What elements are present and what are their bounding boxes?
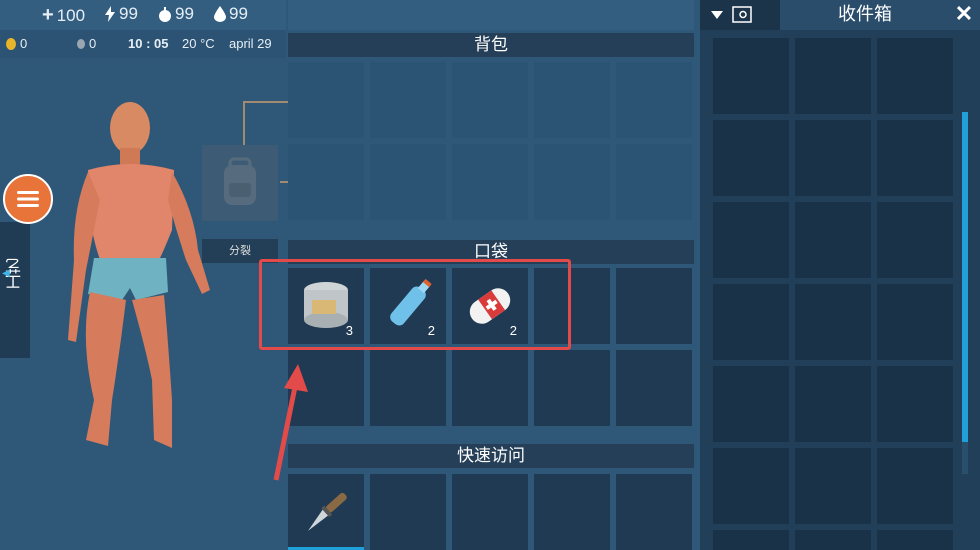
gems-stat: 0	[76, 36, 96, 51]
storage-slot-12[interactable]	[877, 284, 953, 360]
storage-slot-20[interactable]	[795, 530, 871, 550]
craft-tab[interactable]	[0, 222, 30, 358]
storage-slot-3[interactable]	[877, 38, 953, 114]
coin-icon	[6, 37, 16, 50]
coins-value: 0	[20, 36, 28, 51]
pocket-slot-10[interactable]	[616, 350, 692, 426]
backpack-slot-3[interactable]	[452, 62, 528, 138]
storage-slot-19[interactable]	[713, 530, 789, 550]
pocket-slot-9[interactable]	[534, 350, 610, 426]
quick-slot-3[interactable]	[452, 474, 528, 550]
chevron-down-icon	[711, 11, 723, 19]
quick-slot-1[interactable]	[288, 474, 364, 550]
quick-slot-2[interactable]	[370, 474, 446, 550]
backpack-slot-6[interactable]	[288, 144, 364, 220]
temperature: 20 °C	[182, 36, 215, 51]
storage-slot-6[interactable]	[877, 120, 953, 196]
knife-icon	[308, 492, 347, 531]
backpack-slot-1[interactable]	[288, 62, 364, 138]
pocket-slot-7[interactable]	[370, 350, 446, 426]
food-value: 99	[175, 4, 194, 23]
storage-slot-1[interactable]	[713, 38, 789, 114]
backpack-slot-4[interactable]	[534, 62, 610, 138]
backpack-slot[interactable]	[202, 145, 278, 221]
top-strip	[288, 0, 694, 30]
safe-icon	[732, 6, 752, 23]
health-stat: + 100	[42, 4, 85, 27]
storage-scrollbar-thumb[interactable]	[962, 112, 968, 442]
menu-button[interactable]	[3, 174, 53, 224]
quick-slot-5[interactable]	[616, 474, 692, 550]
stats-bar: + 100 99 99 99	[0, 0, 286, 30]
storage-slot-8[interactable]	[795, 202, 871, 278]
storage-slot-10[interactable]	[713, 284, 789, 360]
food-stat: 99	[158, 4, 194, 24]
storage-slot-13[interactable]	[713, 366, 789, 442]
backpack-slot-8[interactable]	[452, 144, 528, 220]
pocket-slot-5[interactable]	[616, 268, 692, 344]
hamburger-icon	[17, 191, 39, 207]
storage-slot-11[interactable]	[795, 284, 871, 360]
backpack-slot-5[interactable]	[616, 62, 692, 138]
pocket-slot-8[interactable]	[452, 350, 528, 426]
storage-title: 收件箱	[838, 4, 892, 24]
backpack-slot-7[interactable]	[370, 144, 446, 220]
storage-slot-15[interactable]	[877, 366, 953, 442]
storage-slot-18[interactable]	[877, 448, 953, 524]
water-drop-icon	[214, 6, 226, 22]
storage-dropdown[interactable]	[700, 0, 780, 30]
backpack-slot-9[interactable]	[534, 144, 610, 220]
health-value: 100	[56, 5, 86, 25]
storage-slot-5[interactable]	[795, 120, 871, 196]
energy-value: 99	[119, 4, 138, 23]
storage-slot-16[interactable]	[713, 448, 789, 524]
water-stat: 99	[214, 4, 248, 24]
backpack-icon	[224, 157, 256, 205]
apple-icon	[159, 7, 171, 22]
storage-slot-2[interactable]	[795, 38, 871, 114]
health-icon: +	[42, 4, 54, 26]
highlight-box	[259, 259, 571, 350]
gems-value: 0	[89, 36, 97, 51]
quick-access-title: 快速访问	[288, 444, 694, 468]
gem-icon	[77, 38, 85, 49]
storage-slot-7[interactable]	[713, 202, 789, 278]
backpack-slot-2[interactable]	[370, 62, 446, 138]
energy-stat: 99	[104, 4, 138, 24]
storage-slot-14[interactable]	[795, 366, 871, 442]
storage-slot-4[interactable]	[713, 120, 789, 196]
energy-icon	[105, 6, 115, 22]
quick-slot-4[interactable]	[534, 474, 610, 550]
backpack-title: 背包	[288, 33, 694, 57]
backpack-slot-10[interactable]	[616, 144, 692, 220]
game-time: 10 : 05	[128, 36, 169, 51]
storage-slot-21[interactable]	[877, 530, 953, 550]
craft-arrow-icon: ◀	[2, 268, 10, 279]
storage-slot-17[interactable]	[795, 448, 871, 524]
water-value: 99	[229, 4, 248, 23]
coins-stat: 0	[5, 36, 27, 51]
storage-slot-9[interactable]	[877, 202, 953, 278]
game-date: april 29	[229, 36, 272, 51]
close-button[interactable]: ✕	[950, 0, 978, 30]
